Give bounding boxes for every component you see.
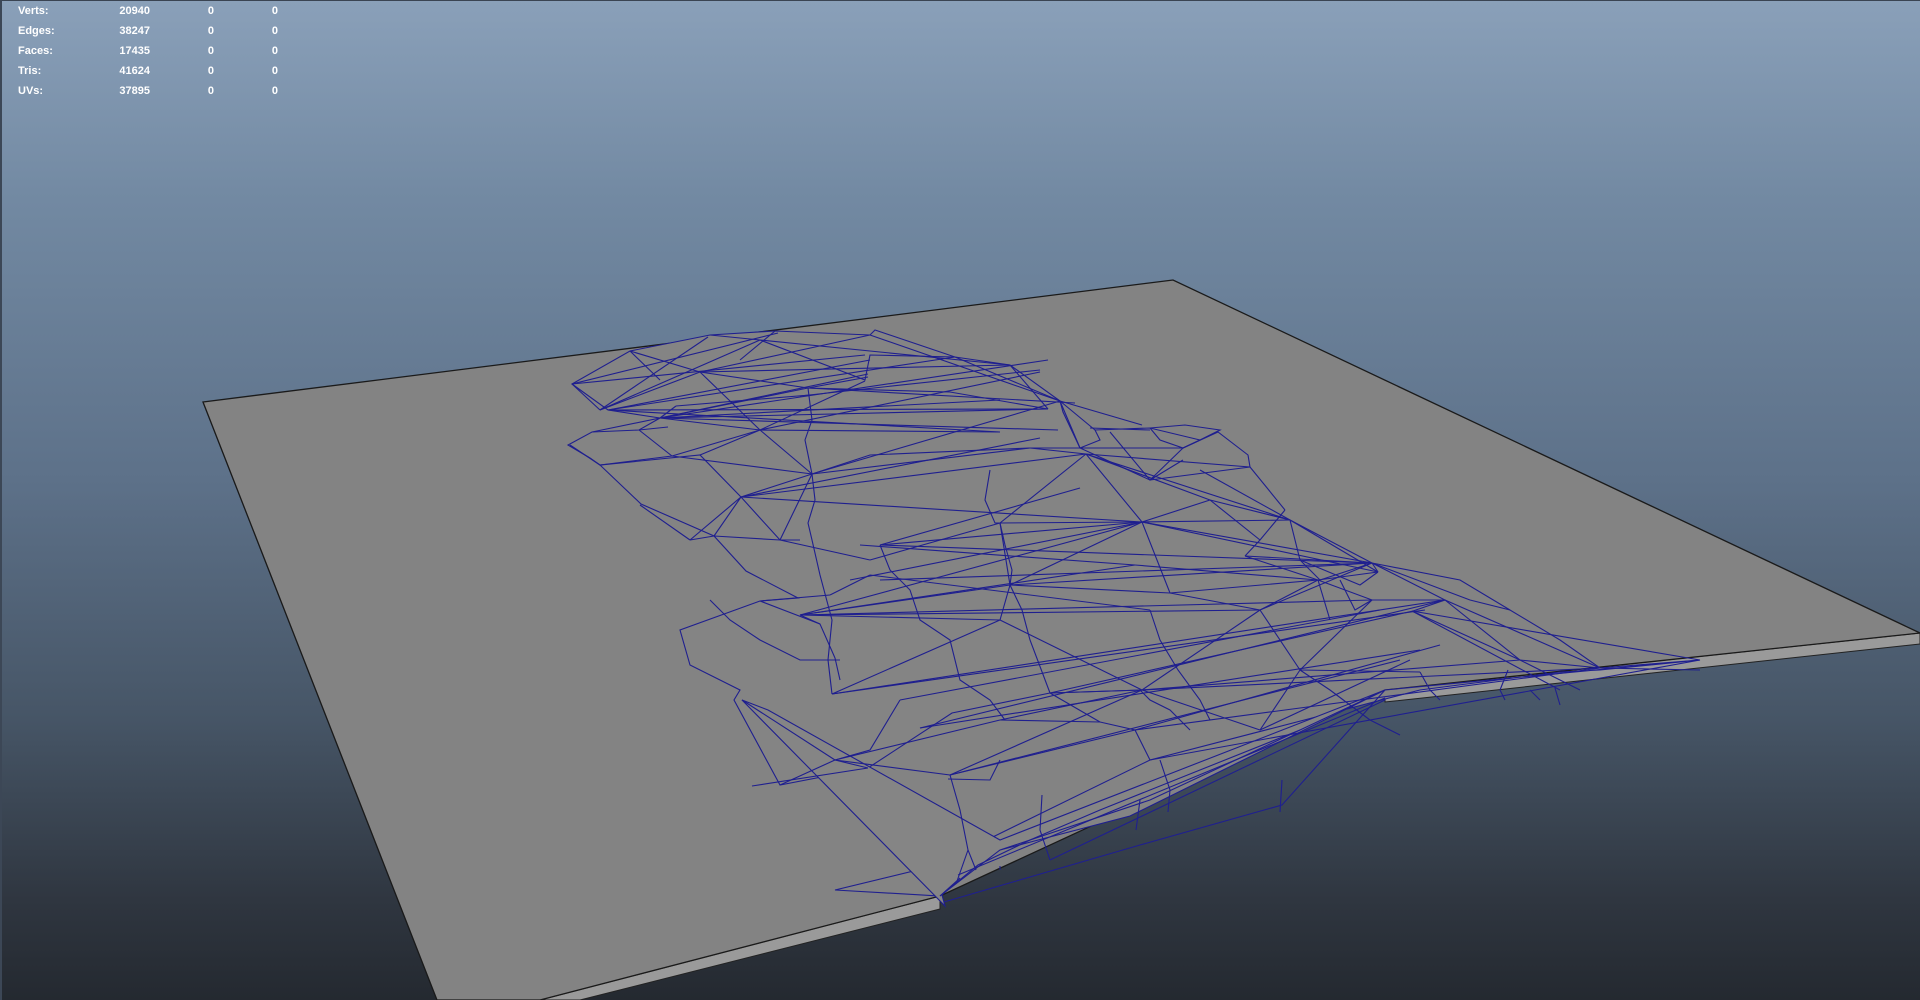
hud-object: 0 [271, 85, 278, 97]
hud-total: 37895 [119, 85, 150, 97]
hud-object: 0 [271, 65, 278, 77]
hud-label: Edges: [18, 25, 55, 37]
hud-label: Faces: [18, 45, 53, 57]
hud-total: 20940 [119, 5, 150, 17]
hud-object: 0 [271, 25, 278, 37]
hud-total: 38247 [119, 25, 150, 37]
scene-mesh[interactable] [0, 0, 1920, 1000]
hud-object: 0 [271, 5, 278, 17]
hud-total: 41624 [119, 65, 150, 77]
heads-up-display-poly-count: Verts: 20940 0 0 Edges: 38247 0 0 Faces:… [18, 1, 278, 101]
hud-row-verts: Verts: 20940 0 0 [18, 1, 278, 21]
hud-total: 17435 [119, 45, 150, 57]
viewport-3d[interactable]: Verts: 20940 0 0 Edges: 38247 0 0 Faces:… [0, 0, 1920, 1000]
hud-row-uvs: UVs: 37895 0 0 [18, 81, 278, 101]
hud-label: Verts: [18, 5, 49, 17]
hud-row-faces: Faces: 17435 0 0 [18, 41, 278, 61]
hud-selected: 0 [207, 65, 214, 77]
hud-label: UVs: [18, 85, 44, 97]
hud-object: 0 [271, 45, 278, 57]
hud-row-tris: Tris: 41624 0 0 [18, 61, 278, 81]
hud-selected: 0 [207, 45, 214, 57]
hud-row-edges: Edges: 38247 0 0 [18, 21, 278, 41]
hud-selected: 0 [207, 85, 214, 97]
hud-selected: 0 [207, 25, 214, 37]
hud-selected: 0 [207, 5, 214, 17]
hud-label: Tris: [18, 65, 42, 77]
